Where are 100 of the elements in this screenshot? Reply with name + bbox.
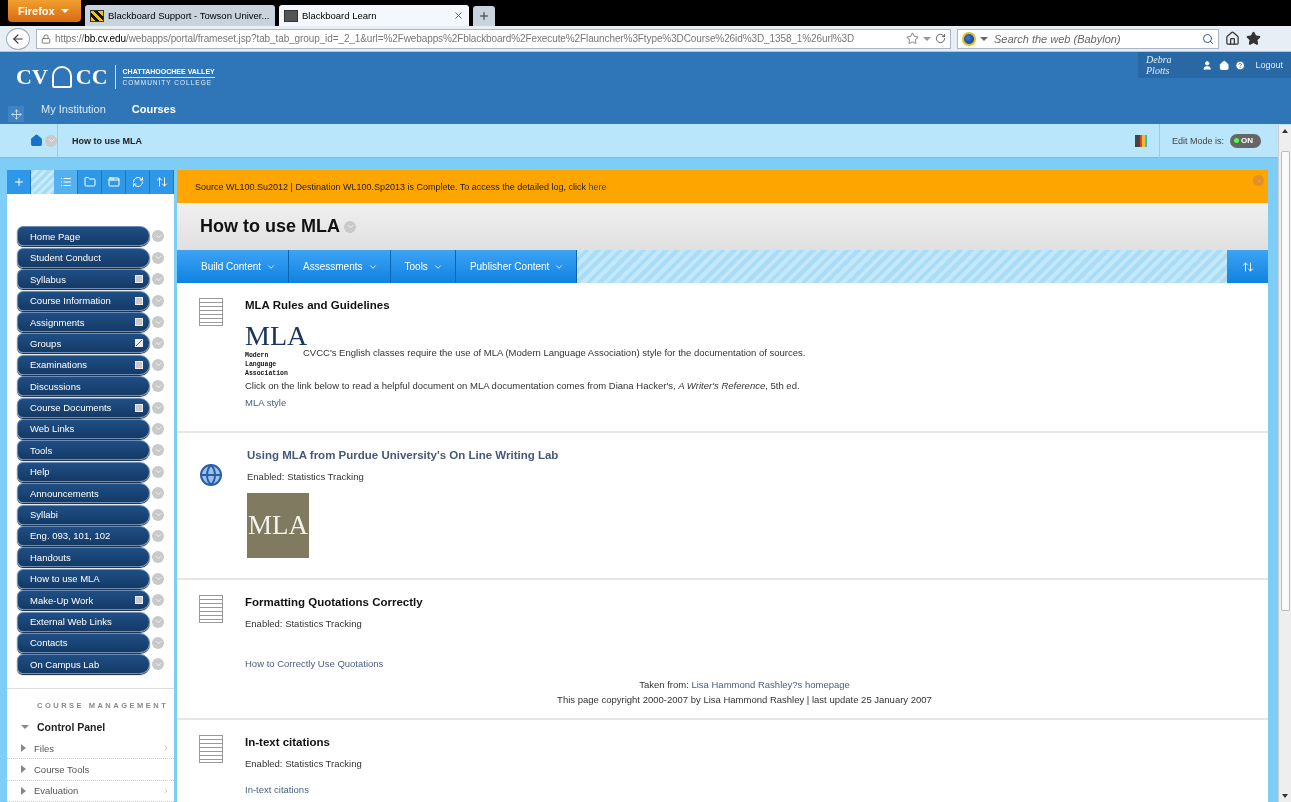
chevron-icon[interactable] [152, 594, 164, 607]
chevron-icon[interactable] [152, 444, 164, 457]
tracking-status: Enabled: Statistics Tracking [247, 471, 365, 482]
course-menu-item[interactable]: Discussions [17, 376, 150, 397]
move-icon[interactable] [8, 106, 24, 122]
toolbar-button[interactable] [54, 170, 78, 195]
item-title: MLA Rules and Guidelines [245, 299, 391, 311]
chevron-icon[interactable] [152, 551, 164, 564]
homepage-link[interactable]: Lisa Hammond Rashley?s homepage [691, 679, 850, 690]
caret-icon [60, 9, 69, 13]
logo-text: CV [16, 64, 48, 90]
chevron-icon[interactable] [152, 423, 164, 435]
page-icon [135, 296, 143, 305]
chevron-icon[interactable] [152, 636, 164, 649]
course-menu-item[interactable]: Handouts [17, 547, 150, 568]
course-menu-item[interactable]: Make-Up Work [17, 590, 150, 611]
course-menu-item[interactable]: How to use MLA [17, 568, 150, 589]
browser-tab[interactable]: Blackboard Support - Towson Univer... [85, 5, 275, 26]
logo-text: CC [75, 64, 108, 90]
course-menu-item[interactable]: Student Conduct [17, 247, 150, 268]
course-menu-item[interactable]: Eng. 093, 101, 102 [17, 525, 150, 546]
chevron-icon[interactable] [152, 529, 164, 542]
course-menu-item[interactable]: Groups [17, 333, 150, 354]
breadcrumb-text: How to use MLA [72, 135, 143, 146]
chevron-icon[interactable] [152, 572, 164, 585]
chevron-icon[interactable] [152, 230, 164, 243]
control-panel-item[interactable]: Control Panel [7, 716, 174, 738]
course-menu-item[interactable]: Syllabi [17, 504, 150, 525]
edit-mode-toggle[interactable]: ON [1230, 133, 1261, 148]
content-link[interactable]: How to Correctly Use Quotations [245, 656, 1244, 672]
bookmarks-icon[interactable] [1246, 31, 1261, 46]
edit-icon [135, 339, 143, 348]
browser-tab[interactable]: Blackboard Learn [279, 5, 469, 26]
content-link[interactable]: In-text citations [245, 782, 1244, 798]
chevron-icon[interactable] [152, 401, 164, 414]
tracking-status: Enabled: Statistics Tracking [245, 758, 363, 769]
chevron-icon[interactable] [152, 465, 164, 478]
chevron-icon[interactable] [344, 220, 356, 233]
chevron-icon[interactable] [152, 251, 164, 264]
caret-icon [21, 786, 26, 795]
chevron-icon[interactable] [152, 658, 164, 671]
help-icon[interactable] [1235, 59, 1246, 71]
toolbar-spacer [31, 170, 54, 195]
logout-link[interactable]: Logout [1255, 60, 1283, 70]
sort-button[interactable] [1227, 250, 1268, 283]
item-title-link[interactable]: Using MLA from Purdue University's On Line Writing Lab [247, 449, 1244, 461]
chevron-icon[interactable] [152, 273, 164, 286]
course-menu-item[interactable]: Help [17, 461, 150, 482]
folder-icon [83, 176, 96, 189]
course-menu-item[interactable]: Web Links [17, 419, 150, 439]
address-field[interactable]: https://bb.cv.edu/webapps/portal/frameset.jsp?tab_tab_group_id=_2_1&url=%2Fwebapps%2Fblackboard%2Fexecute%2Flauncher%3Ftype%3DCourse%26id%3D_1358_1%26url%3D [36, 28, 951, 49]
bookmark-star-icon[interactable] [906, 32, 919, 45]
nav-tab[interactable]: My Institution [41, 103, 106, 115]
search-icon[interactable] [1202, 32, 1214, 45]
user-icon[interactable] [1202, 59, 1213, 71]
chevron-icon[interactable] [152, 508, 164, 521]
course-menu-item[interactable]: Tools [17, 440, 150, 461]
chevron-icon[interactable] [152, 337, 164, 350]
reload-icon[interactable] [935, 33, 946, 44]
search-box[interactable]: Search the web (Babylon) [957, 28, 1219, 49]
control-panel-item[interactable]: Course Tools [7, 759, 174, 781]
course-menu-item[interactable]: External Web Links [17, 611, 150, 632]
palette-icon[interactable] [1134, 134, 1147, 147]
notice-text: Source WL100.Su2012 | Destination WL100.Sp2013 is Complete. To access the detailed log, click here [195, 181, 607, 192]
course-menu-item[interactable]: Syllabus [17, 269, 150, 290]
new-tab-button[interactable] [473, 6, 495, 26]
course-menu-item[interactable]: On Campus Lab [17, 654, 150, 675]
document-icon [199, 735, 223, 763]
here-link[interactable]: here [588, 181, 607, 192]
chevron-icon[interactable] [152, 316, 164, 329]
edit-mode-label: Edit Mode is: [1171, 135, 1224, 146]
control-panel-item[interactable]: Evaluation [7, 780, 174, 802]
document-icon [199, 595, 223, 623]
tracking-status: Enabled: Statistics Tracking [245, 618, 363, 629]
scrollbar[interactable] [1278, 125, 1291, 802]
close-icon[interactable] [453, 10, 464, 21]
course-menu-item[interactable]: Contacts [17, 632, 150, 653]
chevron-icon[interactable] [152, 294, 164, 307]
caret-icon[interactable] [923, 36, 931, 41]
course-menu-item[interactable]: Announcements [17, 483, 150, 504]
course-menu-item[interactable]: Assignments [17, 312, 150, 333]
list-icon [59, 176, 72, 189]
course-menu-item[interactable]: Home Page [17, 226, 150, 247]
chevron-icon[interactable] [152, 487, 164, 500]
search-engine-icon [962, 31, 976, 46]
sort-icon [1241, 260, 1254, 273]
chevron-icon[interactable] [152, 380, 164, 393]
page-title: How to use MLA [200, 216, 340, 237]
control-panel-item[interactable]: Files [7, 737, 174, 760]
nav-tab[interactable]: Courses [131, 103, 176, 115]
page-icon [135, 275, 143, 284]
search-field[interactable]: Search the web (Babylon) [992, 31, 1198, 46]
course-menu-item[interactable]: Course Information [17, 290, 150, 311]
course-menu-item[interactable]: Course Documents [17, 397, 150, 418]
course-menu-item[interactable]: Examinations [17, 354, 150, 375]
chevron-icon[interactable] [152, 615, 164, 628]
chevron-icon[interactable] [152, 358, 164, 371]
back-button[interactable] [6, 27, 30, 50]
home-icon[interactable] [1225, 31, 1240, 46]
content-link[interactable]: MLA style [245, 395, 1244, 411]
